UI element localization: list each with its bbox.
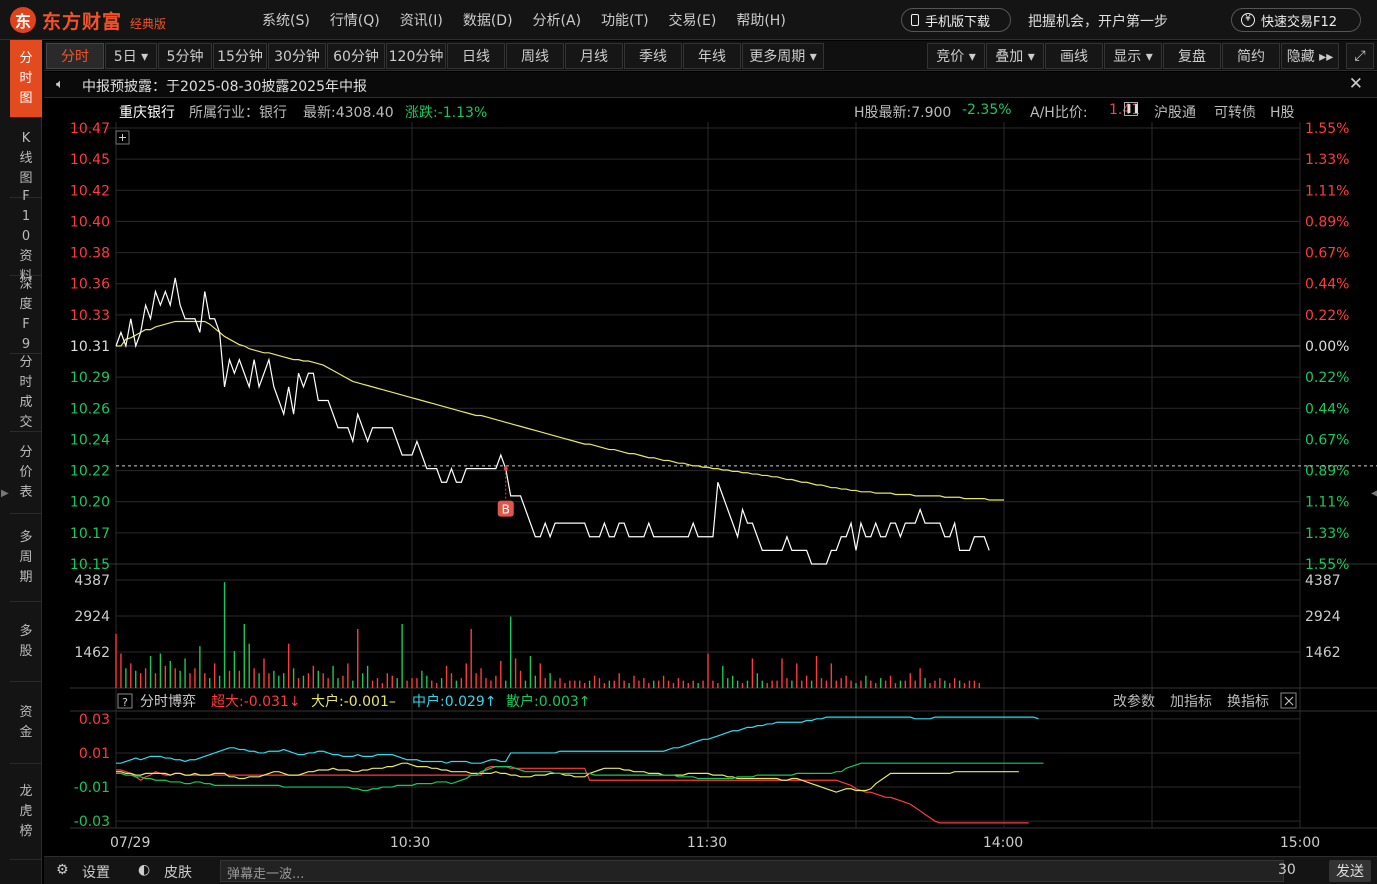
intraday-chart[interactable]: 10.47 1.55% 10.45 1.33% 10.42 1.11% 10.40 0.89%… bbox=[0, 0, 1377, 856]
volume-tick-label: 1462 bbox=[74, 645, 110, 661]
percent-tick-label: 0.22% bbox=[1305, 370, 1349, 386]
time-tick-label: 07/29 bbox=[110, 835, 150, 851]
danmu-count: 30 bbox=[1278, 862, 1296, 878]
average-price-line bbox=[116, 320, 1004, 501]
price-tick-label: 10.36 bbox=[70, 277, 110, 293]
danmu-input[interactable]: 弹幕走一波... bbox=[220, 860, 1284, 882]
buy-marker-label: B bbox=[502, 503, 510, 517]
plus-icon-glyph bbox=[119, 134, 126, 141]
percent-tick-label: 0.22% bbox=[1305, 308, 1349, 324]
danmu-placeholder: 弹幕走一波... bbox=[227, 867, 305, 882]
price-tick-label: 10.47 bbox=[70, 121, 110, 137]
price-tick-label: 10.24 bbox=[70, 432, 110, 448]
flow-series-line bbox=[116, 716, 1039, 764]
price-tick-label: 10.42 bbox=[70, 183, 110, 199]
price-tick-label: 10.15 bbox=[70, 557, 110, 573]
flow-tick-label: 0.01 bbox=[79, 746, 110, 762]
flow-title: 分时博弈 bbox=[140, 693, 196, 710]
expand-right-icon[interactable]: ◀ bbox=[1371, 488, 1377, 502]
percent-tick-label: 1.11% bbox=[1305, 495, 1349, 511]
percent-tick-label: 1.33% bbox=[1305, 526, 1349, 542]
change-params-button[interactable]: 改参数 bbox=[1113, 693, 1155, 710]
percent-tick-label: 0.44% bbox=[1305, 277, 1349, 293]
price-tick-label: 10.45 bbox=[70, 152, 110, 168]
percent-tick-label: 1.11% bbox=[1305, 183, 1349, 199]
volume-tick-label: 2924 bbox=[74, 609, 110, 625]
send-button[interactable]: 发送 bbox=[1329, 860, 1371, 882]
percent-tick-label: 0.00% bbox=[1305, 339, 1349, 355]
close-indicator-glyph bbox=[1284, 696, 1294, 706]
time-tick-label: 14:00 bbox=[983, 835, 1023, 851]
percent-tick-label: 1.33% bbox=[1305, 152, 1349, 168]
price-line bbox=[115, 277, 990, 565]
percent-tick-label: 1.55% bbox=[1305, 121, 1349, 137]
switch-indicator-button[interactable]: 换指标 bbox=[1227, 693, 1269, 710]
price-tick-label: 10.26 bbox=[70, 401, 110, 417]
flow-mid-value: 中户:0.029↑ bbox=[412, 693, 497, 710]
flow-big-value: 大户:-0.001– bbox=[311, 693, 396, 710]
settings-icon[interactable]: ⚙ bbox=[56, 862, 69, 878]
flow-super-value: 超大:-0.031↓ bbox=[211, 694, 301, 710]
volume-tick-label-right: 1462 bbox=[1305, 645, 1341, 661]
price-tick-label: 10.20 bbox=[70, 495, 110, 511]
price-tick-label: 10.33 bbox=[70, 308, 110, 324]
volume-tick-label-right: 4387 bbox=[1305, 573, 1341, 589]
flow-tick-label: -0.01 bbox=[74, 780, 110, 796]
volume-tick-label-right: 2924 bbox=[1305, 609, 1341, 625]
flow-series-line bbox=[116, 765, 1029, 824]
bottom-bar: ⚙ 设置 ◐ 皮肤 弹幕走一波... 30 发送 bbox=[44, 856, 1377, 884]
percent-tick-label: 1.55% bbox=[1305, 557, 1349, 573]
percent-tick-label: 0.67% bbox=[1305, 432, 1349, 448]
flow-series-line bbox=[116, 762, 1019, 793]
flow-small-value: 散户:0.003↑ bbox=[506, 693, 591, 710]
skin-icon[interactable]: ◐ bbox=[138, 862, 150, 878]
price-tick-label: 10.29 bbox=[70, 370, 110, 386]
time-tick-label: 11:30 bbox=[687, 835, 727, 851]
percent-tick-label: 0.67% bbox=[1305, 246, 1349, 262]
percent-tick-label: 0.89% bbox=[1305, 214, 1349, 230]
price-tick-label: 10.38 bbox=[70, 246, 110, 262]
volume-tick-label: 4387 bbox=[74, 573, 110, 589]
price-tick-label: 10.17 bbox=[70, 526, 110, 542]
price-tick-label: 10.40 bbox=[70, 214, 110, 230]
add-indicator-button[interactable]: 加指标 bbox=[1170, 694, 1212, 710]
time-tick-label: 15:00 bbox=[1280, 835, 1320, 851]
price-tick-label: 10.31 bbox=[70, 339, 110, 355]
percent-tick-label: 0.44% bbox=[1305, 401, 1349, 417]
help-icon-glyph: ? bbox=[122, 696, 128, 709]
price-tick-label: 10.22 bbox=[70, 464, 110, 480]
time-tick-label: 10:30 bbox=[390, 835, 430, 851]
flow-tick-label: 0.03 bbox=[79, 712, 110, 728]
settings-label[interactable]: 设置 bbox=[82, 862, 110, 882]
skin-label[interactable]: 皮肤 bbox=[164, 862, 192, 882]
